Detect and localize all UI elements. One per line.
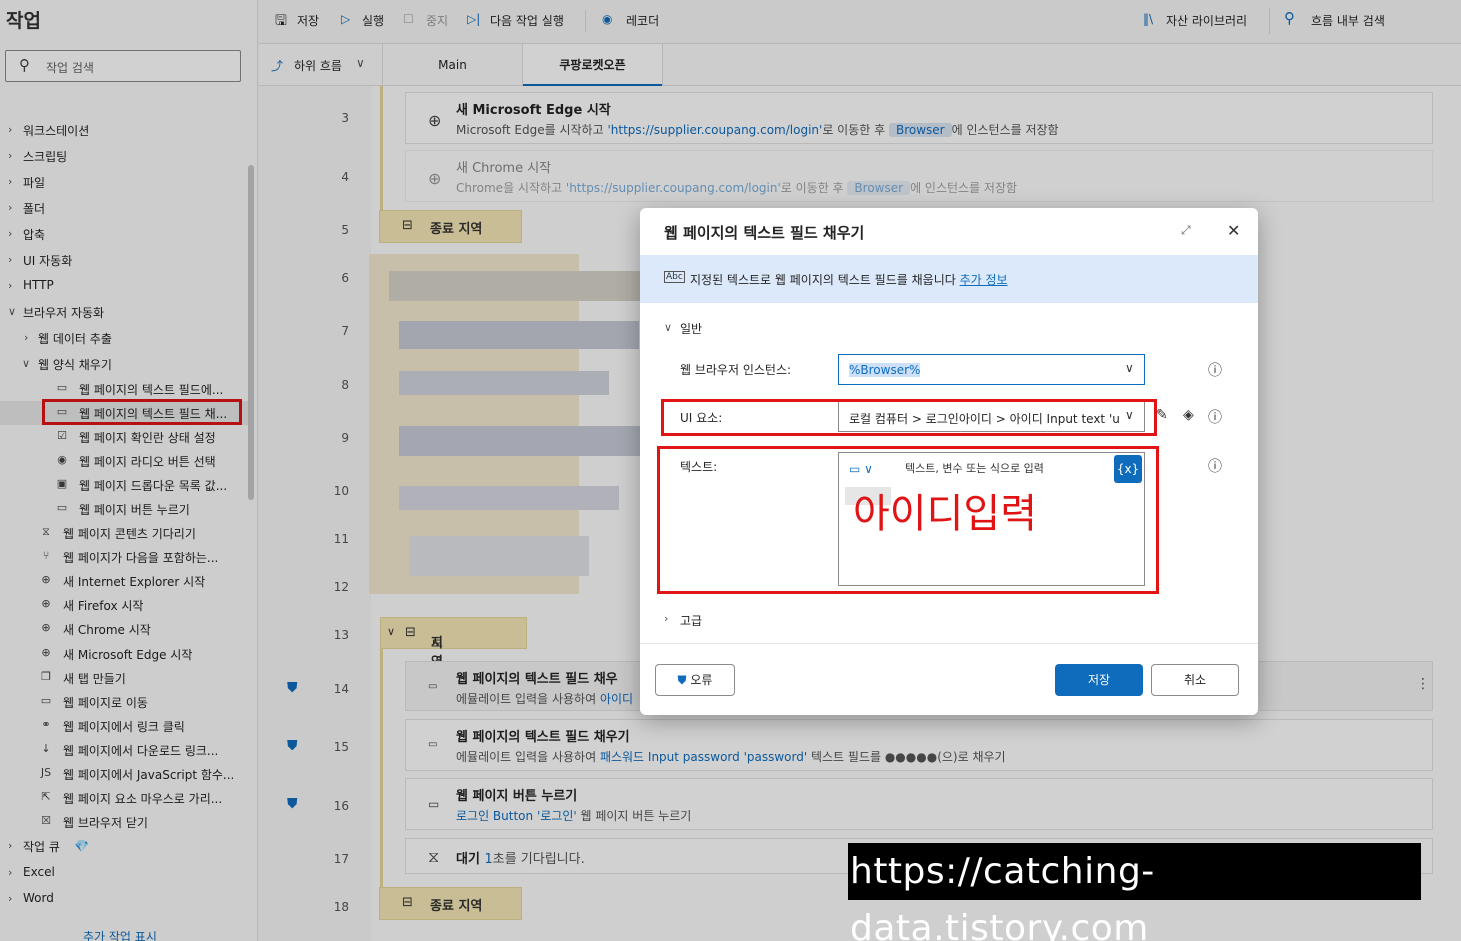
section-advanced[interactable]: 고급 xyxy=(680,612,702,629)
info-banner: Abc 지정된 텍스트로 웹 페이지의 텍스트 필드를 채웁니다 추가 정보 xyxy=(640,255,1258,303)
highlight-text-field xyxy=(657,446,1159,594)
layers-icon[interactable]: ◈ xyxy=(1183,407,1194,423)
dialog-title: 웹 페이지의 텍스트 필드 채우기 xyxy=(664,224,865,242)
info-icon[interactable]: ⓘ xyxy=(1208,360,1222,380)
info-icon[interactable]: ⓘ xyxy=(1208,456,1222,476)
info-text: 지정된 텍스트로 웹 페이지의 텍스트 필드를 채웁니다 추가 정보 xyxy=(690,273,1008,287)
chevron-right-icon[interactable]: › xyxy=(664,612,668,625)
browser-instance-select[interactable]: %Browser% ∨ xyxy=(838,354,1145,385)
section-general[interactable]: 일반 xyxy=(680,320,702,337)
info-icon[interactable]: ⓘ xyxy=(1208,407,1222,427)
error-button[interactable]: ⛊ 오류 xyxy=(655,664,735,696)
expand-icon[interactable]: ⤢ xyxy=(1181,223,1191,238)
chevron-down-icon[interactable]: ∨ xyxy=(664,321,672,334)
close-icon[interactable]: ✕ xyxy=(1227,221,1240,240)
cancel-button[interactable]: 취소 xyxy=(1151,664,1239,696)
highlight-ui-element xyxy=(661,399,1157,436)
dialog-divider xyxy=(640,643,1258,644)
watermark-url: https://catching-data.tistory.com xyxy=(848,843,1421,941)
fill-text-dialog: 웹 페이지의 텍스트 필드 채우기 ⤢ ✕ Abc 지정된 텍스트로 웹 페이지… xyxy=(640,208,1258,715)
shield-icon: ⛊ xyxy=(677,673,687,687)
textbox-icon: Abc xyxy=(664,271,685,283)
more-info-link[interactable]: 추가 정보 xyxy=(960,273,1008,287)
chevron-down-icon: ∨ xyxy=(1125,361,1134,375)
save-button[interactable]: 저장 xyxy=(1055,664,1143,696)
browser-instance-label: 웹 브라우저 인스턴스: xyxy=(680,363,792,377)
browser-variable-token: %Browser% xyxy=(849,363,921,377)
pencil-icon[interactable]: ✎ xyxy=(1156,407,1168,423)
